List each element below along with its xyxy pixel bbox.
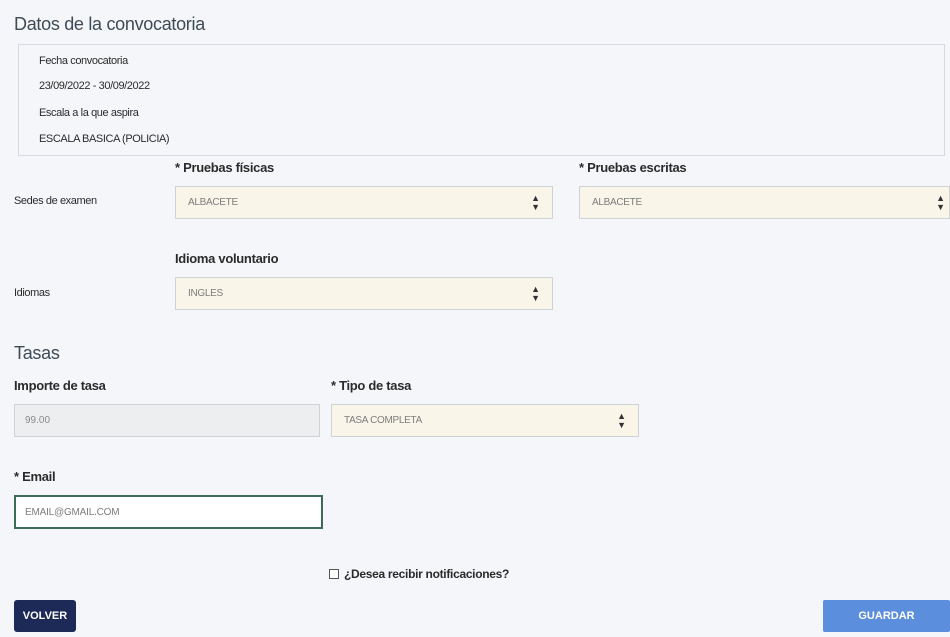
convocatoria-info-box: Fecha convocatoria 23/09/2022 - 30/09/20…: [18, 44, 945, 156]
save-button[interactable]: GUARDAR: [823, 600, 950, 632]
escala-value: ESCALA BASICA (POLICIA): [39, 133, 170, 145]
pruebas-fisicas-select[interactable]: ALBACETE ▲ ▼: [175, 186, 553, 219]
pruebas-fisicas-label: * Pruebas físicas: [175, 160, 274, 175]
notificaciones-option[interactable]: ¿Desea recibir notificaciones?: [329, 567, 509, 581]
email-value: EMAIL@GMAIL.COM: [25, 506, 120, 518]
idioma-voluntario-select[interactable]: INGLES ▲ ▼: [175, 277, 553, 310]
tipo-tasa-label: * Tipo de tasa: [331, 378, 412, 393]
select-arrows-icon: ▲ ▼: [531, 283, 540, 303]
section-title-tasas: Tasas: [14, 343, 60, 363]
tipo-tasa-selected: TASA COMPLETA: [344, 415, 422, 426]
tipo-tasa-select[interactable]: TASA COMPLETA ▲ ▼: [331, 404, 639, 437]
back-button[interactable]: VOLVER: [14, 600, 76, 632]
fecha-value: 23/09/2022 - 30/09/2022: [39, 80, 150, 92]
idiomas-row-label: Idiomas: [14, 287, 50, 299]
idioma-voluntario-selected: INGLES: [188, 288, 223, 299]
pruebas-escritas-label: * Pruebas escritas: [579, 160, 687, 175]
idioma-voluntario-label: Idioma voluntario: [175, 251, 279, 266]
sedes-row-label: Sedes de examen: [14, 195, 97, 207]
escala-label: Escala a la que aspira: [39, 107, 139, 119]
email-field[interactable]: EMAIL@GMAIL.COM: [14, 495, 323, 529]
form-panel: Datos de la convocatoria Fecha convocato…: [0, 0, 950, 637]
select-arrows-icon: ▲ ▼: [531, 192, 540, 212]
pruebas-fisicas-selected: ALBACETE: [188, 197, 238, 208]
select-arrows-icon: ▲ ▼: [617, 410, 626, 430]
notificaciones-label: ¿Desea recibir notificaciones?: [344, 567, 510, 581]
select-arrows-icon: ▲ ▼: [936, 192, 945, 212]
pruebas-escritas-select[interactable]: ALBACETE ▲ ▼: [579, 186, 950, 219]
importe-tasa-input: 99.00: [14, 404, 320, 437]
fecha-label: Fecha convocatoria: [39, 55, 128, 67]
section-title-convocatoria: Datos de la convocatoria: [14, 14, 205, 34]
importe-tasa-label: Importe de tasa: [14, 378, 106, 393]
notificaciones-checkbox[interactable]: [329, 569, 339, 579]
pruebas-escritas-selected: ALBACETE: [592, 197, 642, 208]
email-label: * Email: [14, 469, 56, 484]
importe-tasa-value: 99.00: [25, 415, 51, 426]
